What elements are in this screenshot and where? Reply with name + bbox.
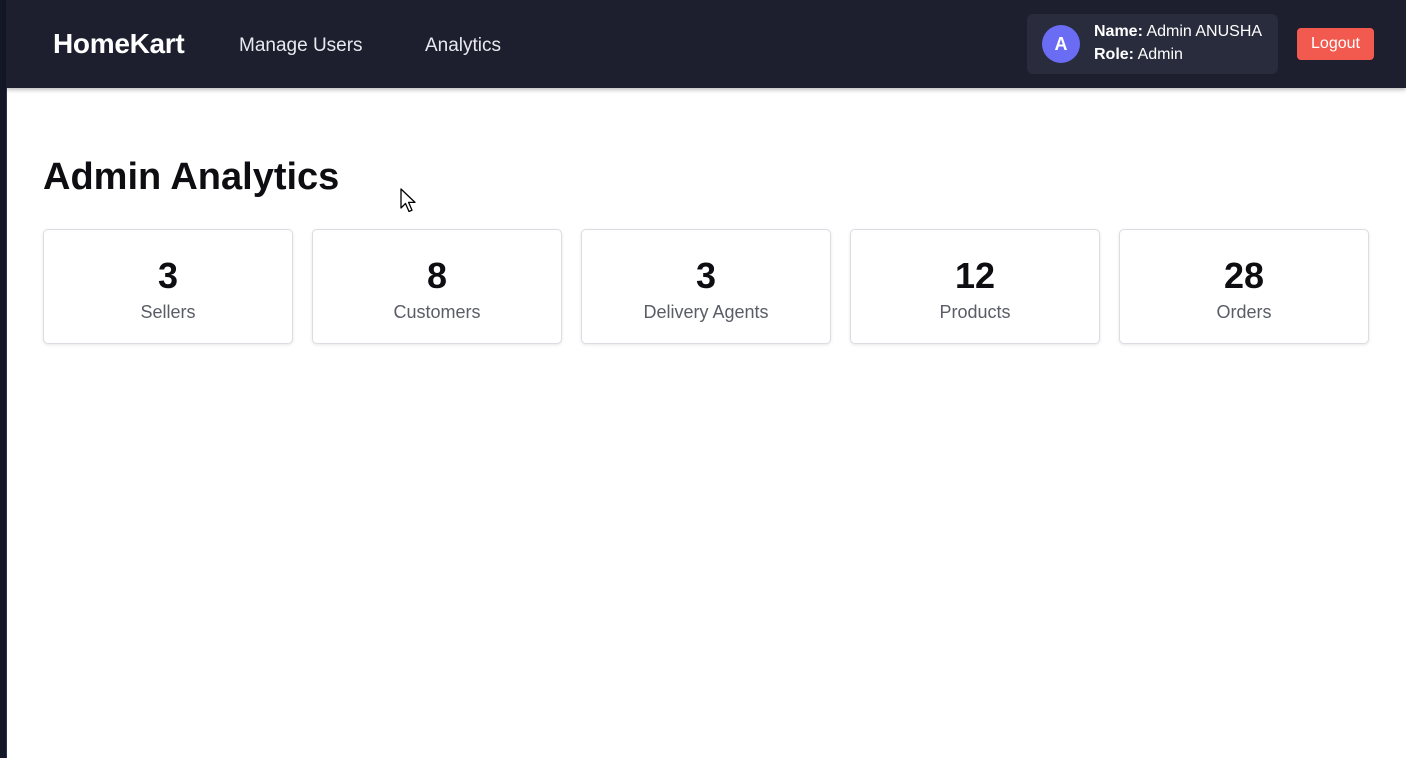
mouse-pointer-icon	[400, 188, 416, 213]
stat-value: 3	[157, 255, 179, 296]
user-name-label: Name:	[1094, 23, 1143, 40]
stat-card-orders: 28 Orders	[1119, 229, 1369, 344]
user-role: Role: Admin	[1094, 46, 1183, 64]
user-role-value: Admin	[1137, 46, 1183, 63]
page-title: Admin Analytics	[43, 156, 340, 198]
stat-label: Delivery Agents	[643, 302, 769, 322]
stat-value: 28	[1223, 255, 1265, 296]
avatar: A	[1042, 25, 1080, 63]
user-name-value: Admin ANUSHA	[1146, 23, 1263, 40]
stat-label: Customers	[393, 302, 481, 322]
stats-cards: 3 Sellers 8 Customers 3 Delivery Agents …	[43, 229, 1369, 344]
stat-card-customers: 8 Customers	[312, 229, 562, 344]
logout-button[interactable]: Logout	[1297, 28, 1374, 60]
window-edge	[0, 0, 7, 758]
stat-label: Sellers	[140, 302, 196, 322]
stat-label: Products	[939, 302, 1011, 322]
stat-value: 3	[695, 255, 717, 296]
user-name: Name: Admin ANUSHA	[1094, 23, 1262, 41]
stat-label: Orders	[1216, 302, 1272, 322]
stat-value: 8	[426, 255, 448, 296]
top-navbar: HomeKart Manage Users Analytics A Name: …	[6, 0, 1406, 88]
stat-card-sellers: 3 Sellers	[43, 229, 293, 344]
user-role-label: Role:	[1094, 46, 1134, 63]
nav-manage-users[interactable]: Manage Users	[239, 35, 363, 57]
stat-card-products: 12 Products	[850, 229, 1100, 344]
brand-logo[interactable]: HomeKart	[53, 28, 185, 60]
stat-card-delivery-agents: 3 Delivery Agents	[581, 229, 831, 344]
stat-value: 12	[954, 255, 996, 296]
user-info-card: A Name: Admin ANUSHA Role: Admin	[1027, 14, 1278, 74]
nav-analytics[interactable]: Analytics	[425, 35, 501, 57]
